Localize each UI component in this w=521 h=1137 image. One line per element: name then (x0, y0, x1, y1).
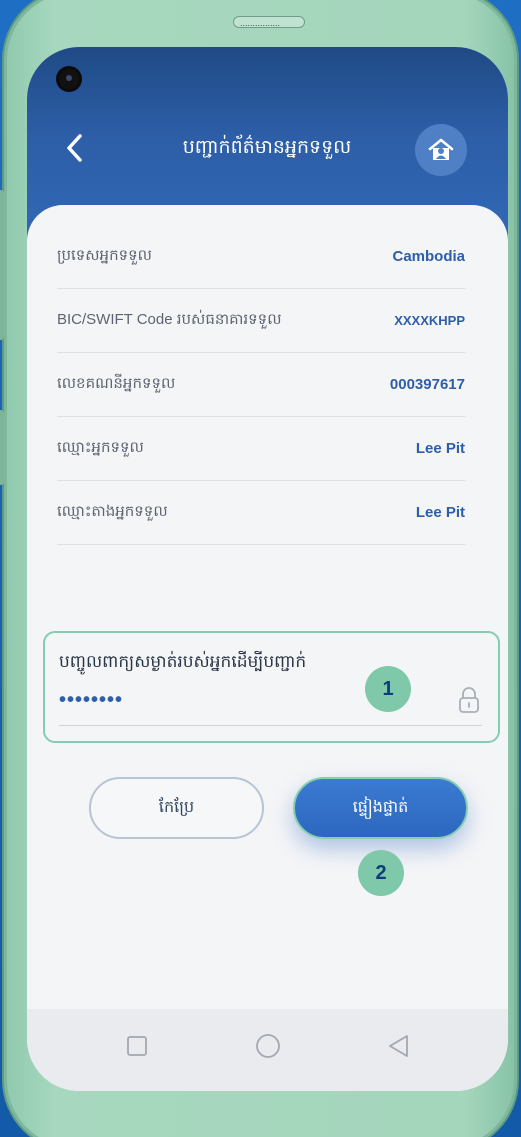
detail-value: 000397617 (389, 376, 465, 393)
lock-icon (459, 687, 479, 713)
detail-label: ឈ្មោះតាងអ្នកទទួល (57, 502, 168, 520)
password-input[interactable]: •••••••• (59, 689, 123, 712)
detail-label: ឈ្មោះអ្នកទទួល (57, 438, 144, 456)
detail-value: Lee Pit (415, 440, 465, 457)
page-title: បញ្ជាក់ព័ត៌មានអ្នកទទួល (182, 137, 352, 158)
input-underline (59, 725, 482, 726)
square-icon[interactable] (122, 1031, 152, 1061)
chevron-left-icon[interactable] (63, 133, 87, 163)
verify-button[interactable]: ផ្ទៀងផ្ទាត់ (293, 777, 468, 839)
detail-row-swift: BIC/SWIFT Code របស់ធនាគារទទួល XXXXKHPP (57, 289, 465, 353)
speaker-dots: ................ (240, 18, 281, 28)
home-button[interactable] (415, 124, 467, 176)
triangle-back-icon[interactable] (384, 1031, 414, 1061)
edit-button[interactable]: កែប្រែ (89, 777, 264, 839)
detail-value: Lee Pit (415, 504, 465, 521)
android-nav-bar (27, 1009, 508, 1091)
detail-value: Cambodia (392, 248, 465, 265)
step-badge-1: 1 (365, 666, 411, 712)
detail-label: ប្រទេសអ្នកទទួល (57, 246, 152, 264)
home-user-icon (428, 138, 454, 160)
detail-row-account: លេខគណនីអ្នកទទួល 000397617 (57, 353, 465, 417)
details-card: ប្រទេសអ្នកទទួល Cambodia BIC/SWIFT Code រ… (27, 205, 508, 1025)
detail-label: លេខគណនីអ្នកទទួល (57, 374, 176, 392)
password-label: បញ្ចូលពាក្យសម្ងាត់របស់អ្នកដើម្បីបញ្ជាក់ (59, 652, 307, 671)
phone-side-button (0, 190, 4, 340)
phone-speaker: ................ (233, 16, 305, 28)
front-camera (59, 69, 79, 89)
password-field[interactable]: បញ្ចូលពាក្យសម្ងាត់របស់អ្នកដើម្បីបញ្ជាក់ … (43, 631, 500, 743)
detail-label: BIC/SWIFT Code របស់ធនាគារទទួល (57, 310, 282, 328)
detail-row-alias: ឈ្មោះតាងអ្នកទទួល Lee Pit (57, 481, 465, 545)
step-badge-2: 2 (358, 850, 404, 896)
phone-frame: ................ បញ្ជាក់ព័ត៌មានអ្នកទទួល … (0, 0, 517, 1137)
app-screen: បញ្ជាក់ព័ត៌មានអ្នកទទួល ប្រទេសអ្នកទទួល Ca… (27, 47, 508, 1091)
detail-value: XXXXKHPP (394, 313, 465, 328)
circle-icon[interactable] (253, 1031, 283, 1061)
detail-row-country: ប្រទេសអ្នកទទួល Cambodia (57, 225, 465, 289)
detail-row-name: ឈ្មោះអ្នកទទួល Lee Pit (57, 417, 465, 481)
phone-side-button (0, 410, 4, 485)
